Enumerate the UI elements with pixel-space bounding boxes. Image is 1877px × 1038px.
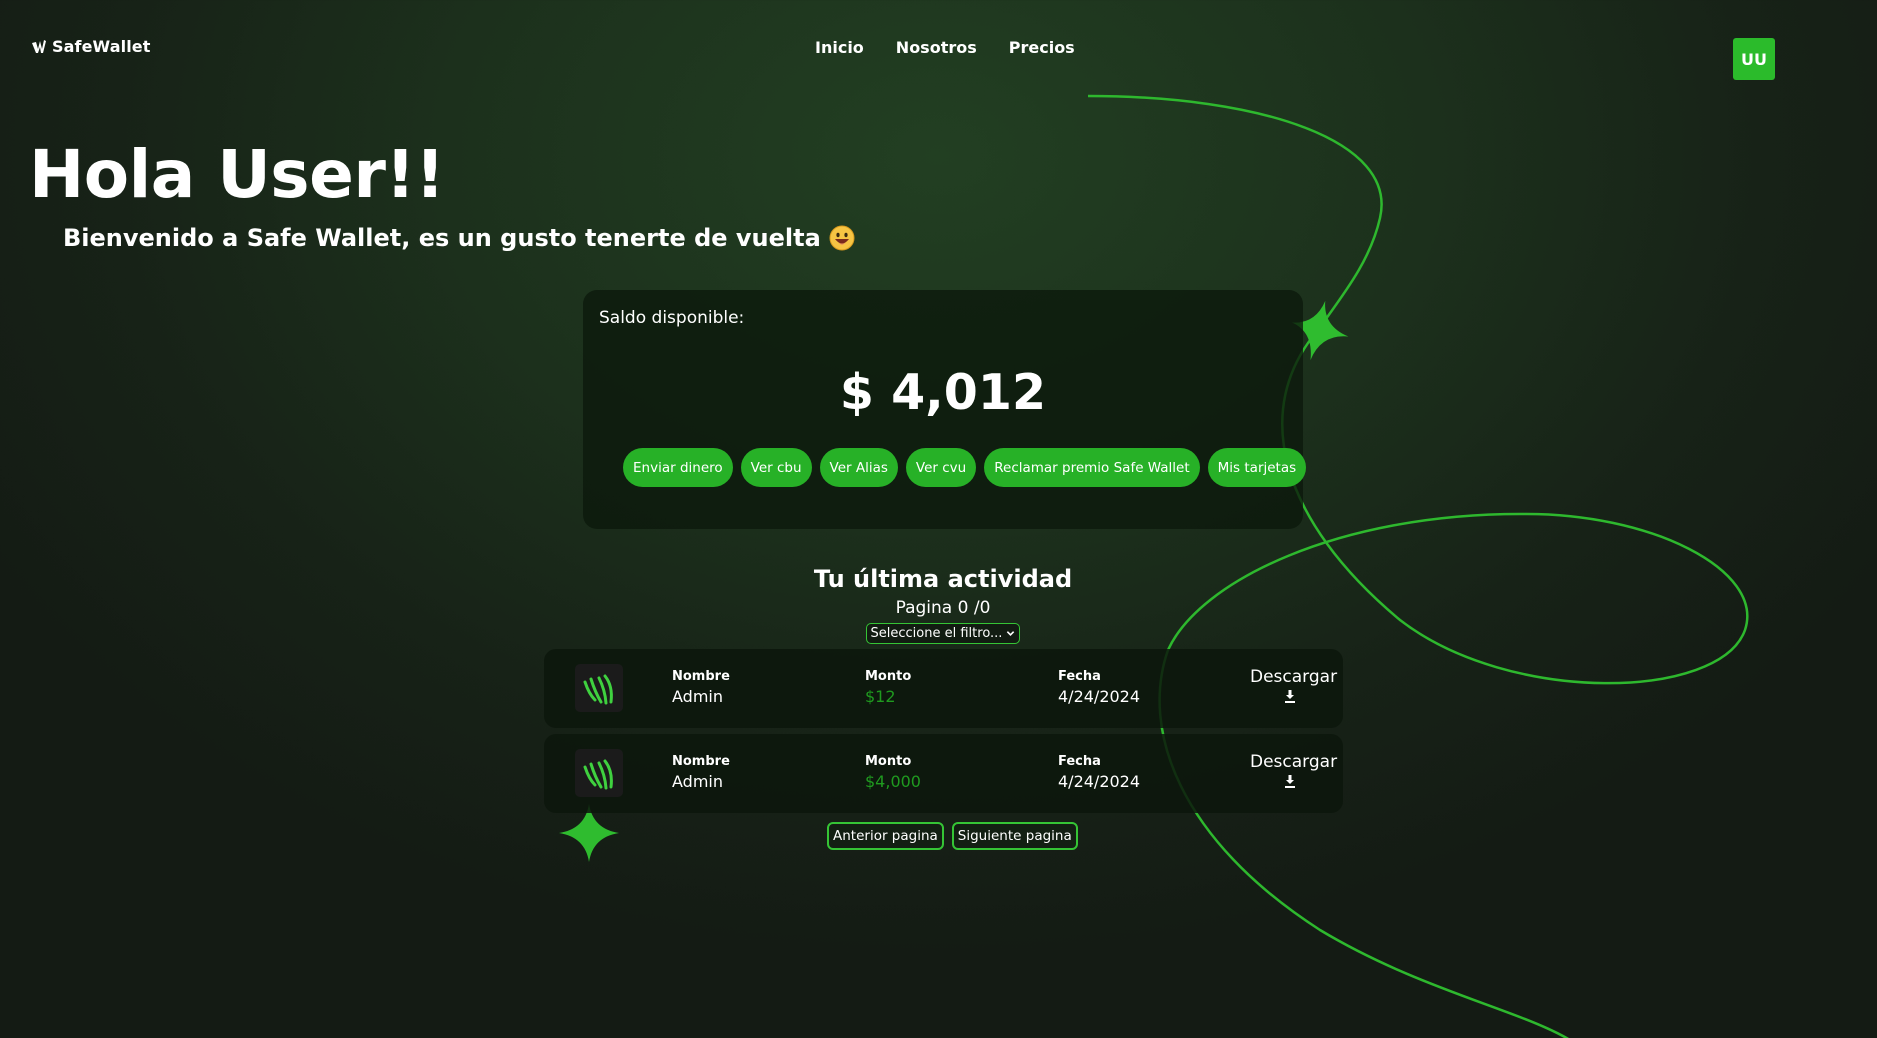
- filter-select[interactable]: Seleccione el filtro...: [866, 623, 1020, 644]
- main-nav: Inicio Nosotros Precios: [815, 38, 1075, 57]
- user-avatar[interactable]: UU: [1733, 38, 1775, 80]
- transaction-row[interactable]: Nombre Admin Monto $4,000 Fecha 4/24/202…: [544, 734, 1343, 813]
- nav-nosotros[interactable]: Nosotros: [896, 38, 977, 57]
- view-alias-button[interactable]: Ver Alias: [819, 448, 898, 487]
- previous-page-button[interactable]: Anterior pagina: [827, 822, 944, 850]
- top-navbar: SafeWallet Inicio Nosotros Precios UU: [0, 0, 1877, 100]
- filter-select-value: Seleccione el filtro...: [870, 626, 1003, 641]
- transaction-name: Nombre Admin: [672, 669, 730, 706]
- chevron-down-icon: [1007, 631, 1015, 636]
- safewallet-logo-icon: [32, 39, 46, 53]
- balance-actions: Enviar dinero Ver cbu Ver Alias Ver cvu …: [623, 448, 1307, 487]
- safewallet-logo-icon: [583, 674, 613, 705]
- send-money-button[interactable]: Enviar dinero: [623, 448, 733, 487]
- transaction-row[interactable]: Nombre Admin Monto $12 Fecha 4/24/2024 D…: [544, 649, 1343, 728]
- transaction-thumbnail: [575, 664, 623, 712]
- claim-prize-button[interactable]: Reclamar premio Safe Wallet: [984, 448, 1200, 487]
- nav-inicio[interactable]: Inicio: [815, 38, 864, 57]
- download-icon: [1285, 775, 1295, 788]
- transaction-date: Fecha 4/24/2024: [1058, 754, 1141, 791]
- pagination: Anterior pagina Siguiente pagina: [827, 822, 1078, 850]
- next-page-button[interactable]: Siguiente pagina: [951, 822, 1078, 850]
- brand-name: SafeWallet: [52, 37, 151, 56]
- balance-amount: $ 4,012: [839, 364, 1047, 421]
- download-receipt-button[interactable]: Descargar: [1250, 667, 1337, 703]
- transaction-thumbnail: [575, 749, 623, 797]
- welcome-text: Bienvenido a Safe Wallet, es un gusto te…: [63, 224, 821, 252]
- grinning-emoji-icon: [829, 225, 855, 251]
- transaction-amount: Monto $12: [865, 669, 912, 706]
- view-cbu-button[interactable]: Ver cbu: [740, 448, 812, 487]
- nav-precios[interactable]: Precios: [1009, 38, 1075, 57]
- activity-title: Tu última actividad: [813, 565, 1073, 593]
- page-info: Pagina 0 /0: [895, 598, 991, 618]
- balance-label: Saldo disponible:: [599, 308, 745, 328]
- download-receipt-button[interactable]: Descargar: [1250, 752, 1337, 788]
- transaction-name: Nombre Admin: [672, 754, 730, 791]
- safewallet-logo-icon: [583, 759, 613, 790]
- welcome-message: Bienvenido a Safe Wallet, es un gusto te…: [63, 224, 855, 252]
- my-cards-button[interactable]: Mis tarjetas: [1207, 448, 1307, 487]
- balance-card: Saldo disponible: $ 4,012 Enviar dinero …: [583, 290, 1307, 529]
- download-icon: [1285, 690, 1295, 703]
- view-cvu-button[interactable]: Ver cvu: [905, 448, 977, 487]
- transaction-date: Fecha 4/24/2024: [1058, 669, 1141, 706]
- transaction-amount: Monto $4,000: [865, 754, 921, 791]
- greeting-heading: Hola User!!: [29, 136, 445, 213]
- brand[interactable]: SafeWallet: [31, 37, 150, 56]
